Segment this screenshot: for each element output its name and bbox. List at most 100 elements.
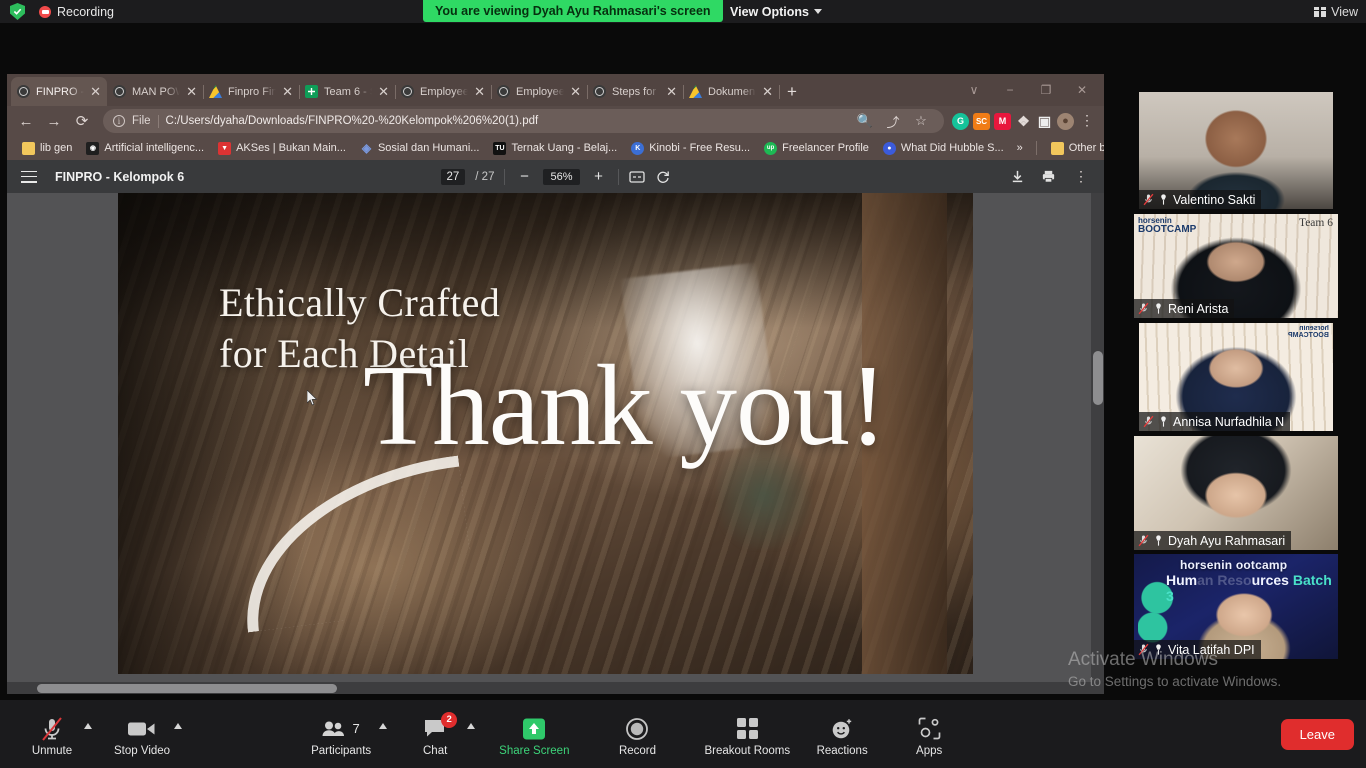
participant-name: Valentino Sakti — [1173, 193, 1255, 207]
bookmark-item[interactable]: ◈ Sosial dan Humani... — [353, 140, 487, 157]
bookmark-item[interactable]: K Kinobi - Free Resu... — [624, 140, 757, 157]
virtual-background-logo: horseninBOOTCAMP — [1288, 325, 1329, 340]
participant-tile-annisa[interactable]: horseninBOOTCAMP Annisa Nurfadhila N — [1139, 323, 1333, 431]
zoom-toolbar: Unmute Stop Video 7 Participants 2 — [0, 700, 1366, 768]
other-bookmarks-label: Other bookmarks — [1069, 142, 1104, 154]
participant-tile-reni[interactable]: horseninBOOTCAMP Team 6 Reni Arista — [1134, 214, 1338, 318]
pdf-viewport[interactable]: Ethically Crafted for Each Detail Thank … — [7, 193, 1104, 694]
back-button[interactable]: ← — [13, 108, 39, 134]
mural-extension-icon[interactable]: M — [994, 113, 1011, 130]
download-icon[interactable] — [1010, 169, 1025, 184]
new-tab-button[interactable]: + — [779, 77, 805, 106]
stop-video-button[interactable]: Stop Video — [114, 712, 170, 757]
participant-tile-valentino[interactable]: Valentino Sakti — [1139, 92, 1333, 209]
profile-avatar[interactable]: ● — [1057, 113, 1074, 130]
participant-name-badge: Valentino Sakti — [1139, 190, 1261, 209]
bookmark-item[interactable]: ● What Did Hubble S... — [876, 140, 1011, 157]
participants-options-chevron-icon[interactable] — [379, 723, 387, 729]
view-layout-button[interactable]: View — [1314, 0, 1358, 23]
tab-title: Employee Re — [516, 86, 564, 98]
unmute-button[interactable]: Unmute — [24, 712, 80, 757]
bookmark-star-icon[interactable]: ☆ — [908, 108, 934, 134]
fit-page-icon[interactable] — [629, 170, 645, 184]
bookmark-label: Ternak Uang - Belaj... — [511, 142, 617, 154]
maximize-button[interactable]: ❐ — [1028, 76, 1064, 104]
search-icon[interactable]: 🔍 — [852, 108, 878, 134]
page-number-input[interactable]: 27 — [440, 169, 465, 185]
scrollbar-thumb[interactable] — [1093, 351, 1103, 405]
breakout-rooms-button[interactable]: Breakout Rooms — [704, 712, 790, 757]
zoom-in-button[interactable]: + — [590, 168, 608, 185]
bookmark-item[interactable]: ◉ Artificial intelligenc... — [79, 140, 211, 157]
sidepanel-icon[interactable]: ▣ — [1036, 113, 1053, 130]
pdf-horizontal-scrollbar[interactable] — [7, 682, 1104, 694]
audio-options-chevron-icon[interactable] — [84, 723, 92, 729]
pdf-document-title: FINPRO - Kelompok 6 — [55, 170, 184, 184]
chat-label: Chat — [423, 745, 447, 757]
close-icon[interactable]: ✕ — [282, 85, 293, 98]
reactions-button[interactable]: Reactions — [814, 712, 870, 757]
bookmark-item[interactable]: up Freelancer Profile — [757, 140, 876, 157]
minimize-button[interactable]: − — [992, 76, 1028, 104]
rotate-icon[interactable] — [655, 169, 671, 185]
microphone-muted-icon — [40, 716, 64, 742]
browser-tab[interactable]: Team 6 - Sess ✕ — [299, 77, 395, 106]
puzzle-extensions-icon[interactable]: ❖ — [1015, 113, 1032, 130]
breakout-rooms-label: Breakout Rooms — [704, 745, 790, 757]
print-icon[interactable] — [1041, 169, 1056, 184]
bookmark-item[interactable]: ▼ AKSes | Bukan Main... — [211, 140, 353, 157]
forward-button[interactable]: → — [41, 108, 67, 134]
zoom-out-button[interactable]: − — [515, 168, 533, 185]
record-button[interactable]: Record — [609, 712, 665, 757]
close-icon[interactable]: ✕ — [474, 85, 485, 98]
pin-icon — [1158, 415, 1169, 428]
bookmark-item[interactable]: lib gen — [15, 140, 79, 157]
tab-title: FINPRO - Kelo — [36, 86, 84, 98]
browser-tab[interactable]: Employee Co ✕ — [395, 77, 491, 106]
recording-indicator[interactable]: Recording — [39, 5, 114, 19]
pdf-vertical-scrollbar[interactable] — [1091, 193, 1104, 694]
browser-tab[interactable]: Employee Re ✕ — [491, 77, 587, 106]
scrollbar-thumb[interactable] — [37, 684, 337, 693]
pdf-more-icon[interactable]: ⋮ — [1072, 171, 1090, 182]
chat-options-chevron-icon[interactable] — [467, 723, 475, 729]
participant-tile-dyah[interactable]: Dyah Ayu Rahmasari — [1134, 436, 1338, 550]
close-window-button[interactable]: ✕ — [1064, 76, 1100, 104]
apps-button[interactable]: Apps — [901, 712, 957, 757]
browser-tab-strip: FINPRO - Kelo ✕ MAN POWER ✕ Finpro Final… — [7, 74, 1104, 106]
participants-button[interactable]: 7 Participants — [311, 712, 371, 757]
close-icon[interactable]: ✕ — [378, 85, 389, 98]
bookmark-item[interactable]: TU Ternak Uang - Belaj... — [486, 140, 624, 157]
chevron-down-icon[interactable]: ∨ — [956, 76, 992, 104]
leave-meeting-button[interactable]: Leave — [1281, 719, 1354, 750]
close-icon[interactable]: ✕ — [90, 85, 101, 98]
video-options-chevron-icon[interactable] — [174, 723, 182, 729]
reload-button[interactable]: ⟳ — [69, 108, 95, 134]
browser-tab[interactable]: FINPRO - Kelo ✕ — [11, 77, 107, 106]
browser-tab[interactable]: Steps for Mer ✕ — [587, 77, 683, 106]
browser-tab[interactable]: MAN POWER ✕ — [107, 77, 203, 106]
tab-title: Team 6 - Sess — [324, 86, 372, 98]
close-icon[interactable]: ✕ — [666, 85, 677, 98]
share-screen-button[interactable]: Share Screen — [499, 712, 569, 757]
address-bar[interactable]: i File C:/Users/dyaha/Downloads/FINPRO%2… — [103, 109, 944, 133]
other-bookmarks-button[interactable]: Other bookmarks — [1044, 140, 1104, 157]
participant-tile-vita[interactable]: horsenin ootcamp Human Resources Batch 3… — [1134, 554, 1338, 659]
sidebar-toggle-icon[interactable] — [21, 171, 37, 183]
tab-title: Dokumen Pe — [708, 86, 756, 98]
close-icon[interactable]: ✕ — [186, 85, 197, 98]
close-icon[interactable]: ✕ — [570, 85, 581, 98]
screencast-extension-icon[interactable]: SC — [973, 113, 990, 130]
browser-tab[interactable]: Finpro Final ( ✕ — [203, 77, 299, 106]
zoom-level-label[interactable]: 56% — [543, 169, 579, 185]
share-icon[interactable]: ⤴ — [880, 108, 906, 134]
close-icon[interactable]: ✕ — [762, 85, 773, 98]
browser-tab[interactable]: Dokumen Pe ✕ — [683, 77, 779, 106]
browser-menu-icon[interactable]: ⋮ — [1078, 115, 1096, 126]
chat-button[interactable]: 2 Chat — [407, 712, 463, 757]
bookmarks-overflow-button[interactable]: » — [1011, 140, 1029, 156]
view-options-button[interactable]: View Options — [730, 0, 822, 23]
google-sheets-icon — [305, 85, 318, 98]
record-circle-icon — [625, 716, 649, 742]
grammarly-extension-icon[interactable]: G — [952, 113, 969, 130]
